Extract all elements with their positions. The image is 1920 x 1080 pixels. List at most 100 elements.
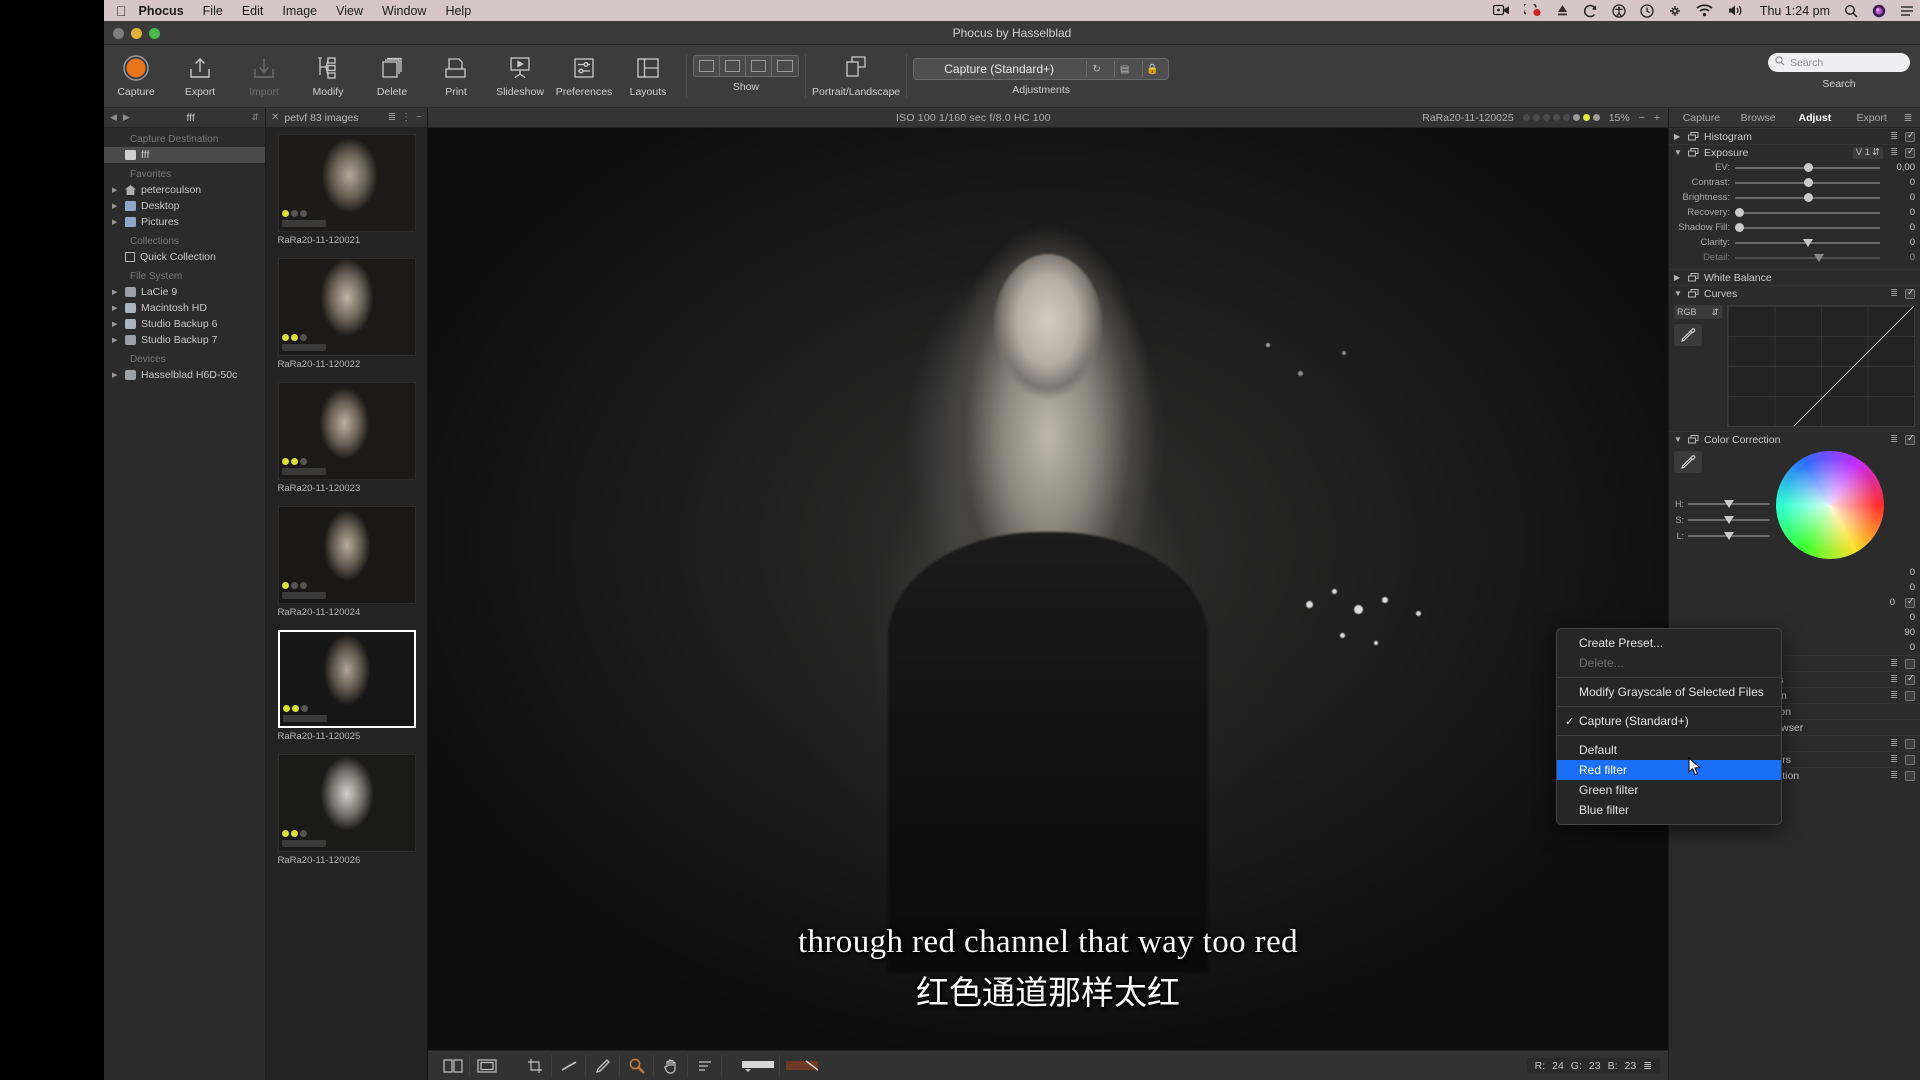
disclosure-icon[interactable]: ▶ [112, 371, 120, 379]
sidebar-item-petercoulson[interactable]: ▶ petercoulson [104, 182, 265, 198]
thumbnail-item[interactable]: RaRa20-11-120026 [277, 754, 416, 866]
slider-brightness[interactable]: Brightness: 0 [1669, 190, 1920, 205]
toolbar-button-export[interactable]: Export [168, 50, 232, 98]
adjustments-preset-control[interactable]: Capture (Standard+) ↻ ▤ 🔒 [913, 58, 1170, 80]
section-menu-icon[interactable]: ≣ [1888, 754, 1900, 765]
collapse-icon[interactable]: − [416, 112, 422, 123]
section-menu-icon[interactable]: ≣ [1888, 690, 1900, 701]
loupe-icon[interactable] [620, 1054, 654, 1077]
slider-value[interactable]: 0 [1885, 192, 1915, 203]
sidebar-item-desktop[interactable]: ▶ Desktop [104, 198, 265, 214]
thumbnail-image[interactable] [277, 382, 416, 480]
menu-item-file[interactable]: File [203, 4, 223, 18]
rating-dot[interactable] [1522, 114, 1530, 121]
obscured-value-row[interactable]: 0 [1669, 595, 1920, 610]
exposure-scale-icon[interactable] [736, 1054, 780, 1077]
obscured-value[interactable]: 0 [1885, 582, 1915, 593]
path-stepper-icon[interactable]: ⇵ [251, 112, 259, 123]
slider-lightness[interactable]: L: [1674, 531, 1770, 541]
adjustments-context-menu[interactable]: Create Preset... Delete... Modify Graysc… [1556, 628, 1782, 825]
thumbnail-stars[interactable] [281, 592, 326, 599]
disclosure-icon[interactable]: ▶ [1674, 132, 1683, 141]
toolbar-button-preferences[interactable]: Preferences [552, 50, 616, 98]
section-menu-icon[interactable]: ≣ [1888, 434, 1900, 445]
rating-dot[interactable] [1562, 114, 1570, 121]
thumbnail-item-selected[interactable]: RaRa20-11-120025 [277, 630, 416, 742]
exposure-version-select[interactable]: V 1 ⇵ [1852, 146, 1883, 159]
thumbnail-rating[interactable] [281, 334, 307, 341]
section-enable-checkbox[interactable] [1905, 130, 1915, 142]
tab-export[interactable]: Export [1843, 112, 1900, 124]
apple-logo-icon[interactable]:  [116, 4, 127, 18]
adjustments-preset-value[interactable]: Capture (Standard+) [920, 62, 1078, 76]
eject-icon[interactable] [1556, 4, 1569, 17]
thumbnail-rating[interactable] [281, 458, 307, 465]
disclosure-icon[interactable]: ▶ [112, 336, 120, 344]
slider-recovery[interactable]: Recovery: 0 [1669, 205, 1920, 220]
airplay-icon[interactable] [1668, 4, 1682, 18]
nav-back-icon[interactable]: ◀ [110, 112, 117, 123]
search-field[interactable]: Search [1768, 53, 1910, 72]
menu-item-phocus[interactable]: Phocus [139, 4, 184, 18]
slider-value[interactable]: 0 [1885, 177, 1915, 188]
slider-track[interactable] [1688, 500, 1770, 508]
slider-track[interactable] [1735, 238, 1880, 247]
thumbnail-image[interactable] [277, 630, 416, 728]
context-menu-item-modify-grayscale[interactable]: Modify Grayscale of Selected Files [1557, 682, 1781, 702]
slider-knob[interactable] [1814, 253, 1825, 262]
section-enable-checkbox[interactable] [1905, 738, 1915, 749]
eyedropper-icon[interactable] [1674, 324, 1702, 346]
portrait-landscape-icon[interactable] [843, 55, 869, 82]
thumbnail-stars[interactable] [281, 344, 326, 351]
slider-track[interactable] [1735, 207, 1880, 217]
straighten-icon[interactable] [552, 1054, 586, 1077]
tab-capture[interactable]: Capture [1673, 112, 1730, 124]
levels-icon[interactable] [688, 1054, 722, 1077]
thumbnail-stars[interactable] [281, 220, 326, 227]
obscured-value[interactable]: 0 [1885, 567, 1915, 578]
slider-track[interactable] [1735, 192, 1880, 202]
disclosure-icon[interactable]: ▶ [112, 320, 120, 328]
slider-knob[interactable] [1735, 222, 1744, 232]
disclosure-icon[interactable]: ▶ [112, 288, 120, 296]
close-icon[interactable]: ✕ [271, 112, 279, 123]
thumbnail-rating[interactable] [281, 830, 307, 837]
rating-dot[interactable] [1542, 114, 1550, 121]
slider-value[interactable]: 0 [1885, 252, 1915, 263]
section-enable-checkbox[interactable] [1905, 690, 1915, 701]
sidebar-item-studio-backup-7[interactable]: ▶ Studio Backup 7 [104, 332, 265, 348]
thumbnail-item[interactable]: RaRa20-11-120023 [277, 382, 416, 494]
thumbnail-image[interactable] [277, 754, 416, 852]
adjustments-reset-icon[interactable]: ↻ [1086, 61, 1106, 77]
single-view-icon[interactable] [470, 1055, 504, 1077]
obscured-value-row[interactable]: 0 [1669, 565, 1920, 580]
section-enable-checkbox[interactable] [1905, 146, 1915, 158]
show-segment-2[interactable] [720, 56, 746, 76]
section-enable-checkbox[interactable] [1905, 754, 1915, 765]
disclosure-icon[interactable]: ▶ [112, 186, 120, 194]
obscured-value[interactable]: 0 [1865, 597, 1895, 608]
siri-icon[interactable] [1872, 4, 1886, 18]
section-white-balance[interactable]: ▶ White Balance [1669, 269, 1920, 285]
section-menu-icon[interactable]: ≣ [1888, 131, 1900, 142]
thumbnail-image[interactable] [277, 134, 416, 232]
softproof-icon[interactable] [780, 1055, 824, 1077]
adjustments-copy-icon[interactable]: ▤ [1114, 61, 1134, 77]
section-enable-checkbox[interactable] [1905, 287, 1915, 299]
tab-browse[interactable]: Browse [1730, 112, 1787, 124]
minimize-window-button[interactable] [131, 28, 142, 39]
sidebar-path-value[interactable]: fff [136, 112, 246, 124]
slider-shadow-fill[interactable]: Shadow Fill: 0 [1669, 220, 1920, 235]
slider-track[interactable] [1688, 532, 1770, 540]
section-enable-checkbox[interactable] [1905, 433, 1915, 445]
section-enable-checkbox[interactable] [1905, 770, 1915, 781]
thumbnail-rating[interactable] [281, 210, 307, 217]
section-histogram[interactable]: ▶ Histogram ≣ [1669, 128, 1920, 144]
toolbar-button-print[interactable]: Print [424, 50, 488, 98]
context-menu-item-red-filter[interactable]: Red filter [1557, 760, 1781, 780]
context-menu-item-blue-filter[interactable]: Blue filter [1557, 800, 1781, 820]
slider-knob[interactable] [1802, 238, 1813, 247]
section-menu-icon[interactable]: ≣ [1888, 288, 1900, 299]
eyedropper-icon[interactable] [1674, 451, 1702, 473]
retouch-brush-icon[interactable] [586, 1054, 620, 1077]
